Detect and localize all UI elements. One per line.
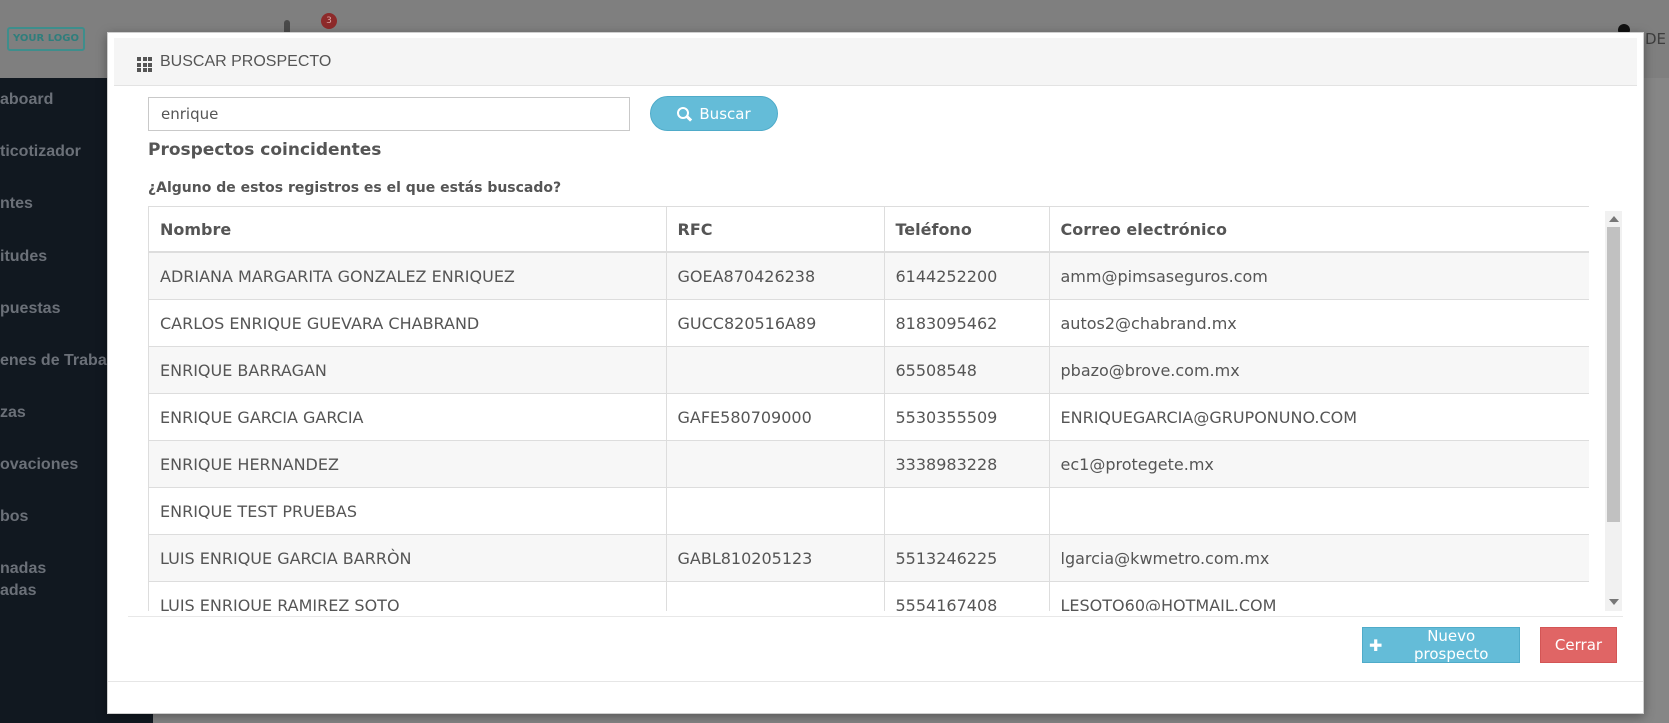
user-name[interactable]: DE xyxy=(1645,30,1666,48)
cell-rfc xyxy=(666,581,885,611)
cell-rfc: GABL810205123 xyxy=(666,534,885,582)
modal-header: BUSCAR PROSPECTO xyxy=(114,38,1637,86)
cell-rfc: GOEA870426238 xyxy=(666,252,885,300)
brand-logo[interactable]: YOUR LOGO xyxy=(7,27,85,51)
table-row[interactable]: CARLOS ENRIQUE GUEVARA CHABRAND GUCC8205… xyxy=(149,299,1589,347)
search-button-label: Buscar xyxy=(699,104,751,123)
results-table: Nombre RFC Teléfono Correo electrónico A… xyxy=(149,206,1589,611)
cell-correo: amm@pimsaseguros.com xyxy=(1049,252,1589,300)
cell-telefono xyxy=(884,487,1050,535)
cell-telefono: 5554167408 xyxy=(884,581,1050,611)
table-scrollbar[interactable] xyxy=(1605,211,1622,611)
scroll-up-arrow-icon[interactable] xyxy=(1609,216,1619,222)
cell-correo: autos2@chabrand.mx xyxy=(1049,299,1589,347)
table-row[interactable]: LUIS ENRIQUE RAMIREZ SOTO 5554167408 LES… xyxy=(149,581,1589,611)
cell-correo xyxy=(1049,487,1589,535)
cell-nombre: ENRIQUE BARRAGAN xyxy=(149,346,667,394)
scroll-down-arrow-icon[interactable] xyxy=(1609,599,1619,605)
modal-bottom-divider xyxy=(108,681,1643,682)
scroll-thumb[interactable] xyxy=(1607,227,1620,522)
column-header-telefono[interactable]: Teléfono xyxy=(884,206,1050,253)
new-prospect-button[interactable]: ✚ Nuevo prospecto xyxy=(1362,627,1520,663)
table-row[interactable]: ENRIQUE HERNANDEZ 3338983228 ec1@protege… xyxy=(149,440,1589,488)
cell-nombre: LUIS ENRIQUE GARCIA BARRÒN xyxy=(149,534,667,582)
cell-rfc: GUCC820516A89 xyxy=(666,299,885,347)
results-question: ¿Alguno de estos registros es el que est… xyxy=(148,180,562,196)
table-row[interactable]: ENRIQUE GARCIA GARCIA GAFE580709000 5530… xyxy=(149,393,1589,441)
column-header-nombre[interactable]: Nombre xyxy=(149,206,667,253)
cell-nombre: LUIS ENRIQUE RAMIREZ SOTO xyxy=(149,581,667,611)
cell-nombre: ENRIQUE GARCIA GARCIA xyxy=(149,393,667,441)
cell-nombre: CARLOS ENRIQUE GUEVARA CHABRAND xyxy=(149,299,667,347)
modal-footer-divider xyxy=(128,616,1623,617)
table-row[interactable]: ENRIQUE TEST PRUEBAS xyxy=(149,487,1589,535)
cell-nombre: ENRIQUE TEST PRUEBAS xyxy=(149,487,667,535)
close-button[interactable]: Cerrar xyxy=(1540,627,1617,663)
new-prospect-label: Nuevo prospecto xyxy=(1413,627,1489,663)
table-row[interactable]: ADRIANA MARGARITA GONZALEZ ENRIQUEZ GOEA… xyxy=(149,252,1589,300)
cell-correo: lgarcia@kwmetro.com.mx xyxy=(1049,534,1589,582)
search-button[interactable]: Buscar xyxy=(650,96,778,131)
cell-nombre: ADRIANA MARGARITA GONZALEZ ENRIQUEZ xyxy=(149,252,667,300)
table-row[interactable]: LUIS ENRIQUE GARCIA BARRÒN GABL810205123… xyxy=(149,534,1589,582)
cell-telefono: 5530355509 xyxy=(884,393,1050,441)
column-header-rfc[interactable]: RFC xyxy=(666,206,885,253)
cell-correo: ENRIQUEGARCIA@GRUPONUNO.COM xyxy=(1049,393,1589,441)
search-icon xyxy=(677,106,691,121)
cell-rfc: GAFE580709000 xyxy=(666,393,885,441)
cell-telefono: 8183095462 xyxy=(884,299,1050,347)
table-header-row: Nombre RFC Teléfono Correo electrónico xyxy=(149,206,1589,253)
modal-title: BUSCAR PROSPECTO xyxy=(160,53,332,70)
column-header-correo[interactable]: Correo electrónico xyxy=(1049,206,1589,253)
notification-badge: 3 xyxy=(321,13,337,29)
cell-rfc xyxy=(666,346,885,394)
cell-correo: pbazo@brove.com.mx xyxy=(1049,346,1589,394)
table-row[interactable]: ENRIQUE BARRAGAN 65508548 pbazo@brove.co… xyxy=(149,346,1589,394)
cell-telefono: 6144252200 xyxy=(884,252,1050,300)
results-table-container[interactable]: Nombre RFC Teléfono Correo electrónico A… xyxy=(148,206,1589,611)
cell-correo: LESOTO60@HOTMAIL.COM xyxy=(1049,581,1589,611)
cell-rfc xyxy=(666,487,885,535)
cell-correo: ec1@protegete.mx xyxy=(1049,440,1589,488)
section-title: Prospectos coincidentes xyxy=(148,140,382,160)
cell-telefono: 3338983228 xyxy=(884,440,1050,488)
cell-rfc xyxy=(666,440,885,488)
cell-telefono: 65508548 xyxy=(884,346,1050,394)
cell-nombre: ENRIQUE HERNANDEZ xyxy=(149,440,667,488)
cell-telefono: 5513246225 xyxy=(884,534,1050,582)
grid-icon xyxy=(137,57,152,72)
search-prospect-modal: BUSCAR PROSPECTO Buscar Prospectos coinc… xyxy=(107,32,1644,714)
plus-icon: ✚ xyxy=(1369,635,1383,655)
search-input[interactable] xyxy=(148,97,630,131)
